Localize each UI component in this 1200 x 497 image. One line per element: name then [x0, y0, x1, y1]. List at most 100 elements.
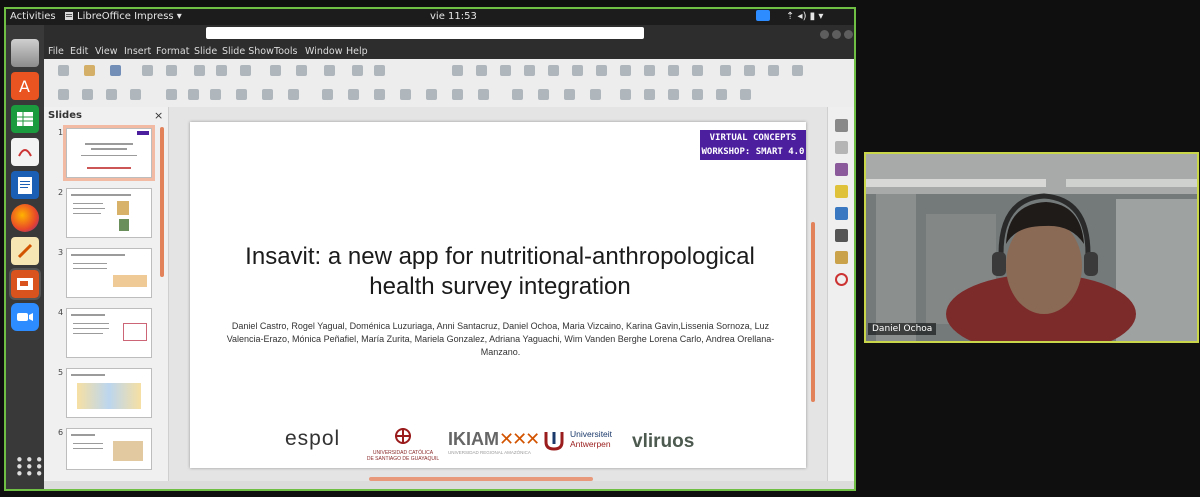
- master-slides-icon[interactable]: [835, 207, 848, 220]
- flowchart-icon[interactable]: [400, 89, 411, 100]
- hyperlink-icon[interactable]: [744, 65, 755, 76]
- maximize-button[interactable]: [832, 30, 841, 39]
- close-window-button[interactable]: [844, 30, 853, 39]
- menu-view[interactable]: View: [95, 46, 118, 57]
- open-icon[interactable]: [84, 65, 95, 76]
- line-icon[interactable]: [166, 89, 177, 100]
- connectors-icon[interactable]: [288, 89, 299, 100]
- display-views-icon[interactable]: [452, 65, 463, 76]
- menu-file[interactable]: File: [48, 46, 64, 57]
- redo-icon[interactable]: [324, 65, 335, 76]
- rotate-icon[interactable]: [512, 89, 523, 100]
- menu-slide-show[interactable]: Slide Show: [222, 46, 274, 57]
- fill-color-icon[interactable]: [130, 89, 141, 100]
- calc-spreadsheet-icon[interactable]: [11, 105, 39, 133]
- gallery-icon[interactable]: [835, 251, 848, 264]
- special-character-icon[interactable]: [644, 65, 655, 76]
- stars-icon[interactable]: [452, 89, 463, 100]
- menu-slide[interactable]: Slide: [194, 46, 217, 57]
- find-replace-icon[interactable]: [352, 65, 363, 76]
- document-viewer-icon[interactable]: [11, 138, 39, 166]
- menu-window[interactable]: Window: [305, 46, 342, 57]
- slides-scrollbar[interactable]: [160, 127, 164, 277]
- software-center-icon[interactable]: A: [11, 72, 39, 100]
- 3d-objects-icon[interactable]: [478, 89, 489, 100]
- cut-icon[interactable]: [194, 65, 205, 76]
- slide-title[interactable]: Insavit: a new app for nutritional-anthr…: [210, 242, 790, 302]
- symbol-shapes-icon[interactable]: [348, 89, 359, 100]
- insert-table-icon[interactable]: [524, 65, 535, 76]
- export-pdf-icon[interactable]: [142, 65, 153, 76]
- slide-transition-icon[interactable]: [835, 163, 848, 176]
- copy-icon[interactable]: [216, 65, 227, 76]
- app-menu[interactable]: LibreOffice Impress ▾: [77, 11, 182, 22]
- clock[interactable]: vie 11:53: [430, 11, 477, 22]
- callouts-icon[interactable]: [426, 89, 437, 100]
- select-icon[interactable]: [58, 89, 69, 100]
- basic-shapes-icon[interactable]: [322, 89, 333, 100]
- activities-button[interactable]: Activities: [10, 11, 56, 22]
- sidebar-menu-icon[interactable]: [835, 119, 848, 132]
- slide-thumbnail-4[interactable]: [66, 308, 152, 358]
- new-icon[interactable]: [58, 65, 69, 76]
- zoom-icon[interactable]: [11, 303, 39, 331]
- spelling-icon[interactable]: [374, 65, 385, 76]
- shadow-icon[interactable]: [620, 89, 631, 100]
- navigator-compass-icon[interactable]: [835, 273, 848, 286]
- curves-icon[interactable]: [262, 89, 273, 100]
- ellipse-icon[interactable]: [210, 89, 221, 100]
- fontwork-icon[interactable]: [668, 65, 679, 76]
- menu-tools[interactable]: Tools: [274, 46, 297, 57]
- insert-image-icon[interactable]: [548, 65, 559, 76]
- glue-points-icon[interactable]: [740, 89, 751, 100]
- files-icon[interactable]: [11, 39, 39, 67]
- system-status-icons[interactable]: ⇡ ◂) ▮ ▾: [786, 11, 823, 22]
- styles-icon[interactable]: [835, 229, 848, 242]
- close-panel-icon[interactable]: ×: [154, 109, 163, 122]
- text-editor-icon[interactable]: [11, 237, 39, 265]
- navigator-icon[interactable]: [792, 65, 803, 76]
- firefox-icon[interactable]: [11, 204, 39, 232]
- text-icon[interactable]: [106, 89, 117, 100]
- arrange-icon[interactable]: [564, 89, 575, 100]
- show-draw-functions-icon[interactable]: [720, 65, 731, 76]
- participant-video[interactable]: Daniel Ochoa: [864, 152, 1199, 343]
- start-slideshow-icon[interactable]: [500, 65, 511, 76]
- menu-help[interactable]: Help: [346, 46, 368, 57]
- properties-icon[interactable]: [835, 141, 848, 154]
- slide-thumbnail-1[interactable]: [63, 125, 155, 181]
- zoom-tray-icon[interactable]: [756, 10, 770, 21]
- lines-arrows-icon[interactable]: [236, 89, 247, 100]
- vertical-scrollbar[interactable]: [811, 222, 815, 402]
- impress-presentation-icon[interactable]: [9, 268, 41, 300]
- distribute-icon[interactable]: [590, 89, 601, 100]
- crop-icon[interactable]: [644, 89, 655, 100]
- zoom-pan-icon[interactable]: [82, 89, 93, 100]
- slide-thumbnail-6[interactable]: [66, 428, 152, 470]
- print-icon[interactable]: [166, 65, 177, 76]
- menu-insert[interactable]: Insert: [124, 46, 151, 57]
- align-icon[interactable]: [538, 89, 549, 100]
- transitions-icon[interactable]: [692, 65, 703, 76]
- slide-thumbnail-5[interactable]: [66, 368, 152, 418]
- insert-textbox-icon[interactable]: [620, 65, 631, 76]
- menu-edit[interactable]: Edit: [70, 46, 88, 57]
- show-applications-icon[interactable]: ••• ••• •••: [15, 453, 44, 482]
- points-icon[interactable]: [716, 89, 727, 100]
- comment-icon[interactable]: [768, 65, 779, 76]
- animation-icon[interactable]: [835, 185, 848, 198]
- current-slide[interactable]: VIRTUAL CONCEPTS WORKSHOP: SMART 4.0 Ins…: [190, 122, 806, 468]
- minimize-button[interactable]: [820, 30, 829, 39]
- slide-thumbnail-3[interactable]: [66, 248, 152, 298]
- toggle-extrusion-icon[interactable]: [692, 89, 703, 100]
- paste-icon[interactable]: [240, 65, 251, 76]
- clone-formatting-icon[interactable]: [270, 65, 281, 76]
- insert-media-icon[interactable]: [572, 65, 583, 76]
- insert-chart-icon[interactable]: [596, 65, 607, 76]
- menu-format[interactable]: Format: [156, 46, 189, 57]
- master-slide-icon[interactable]: [476, 65, 487, 76]
- slide-thumbnail-2[interactable]: [66, 188, 152, 238]
- writer-document-icon[interactable]: [11, 171, 39, 199]
- filter-icon[interactable]: [668, 89, 679, 100]
- rectangle-icon[interactable]: [188, 89, 199, 100]
